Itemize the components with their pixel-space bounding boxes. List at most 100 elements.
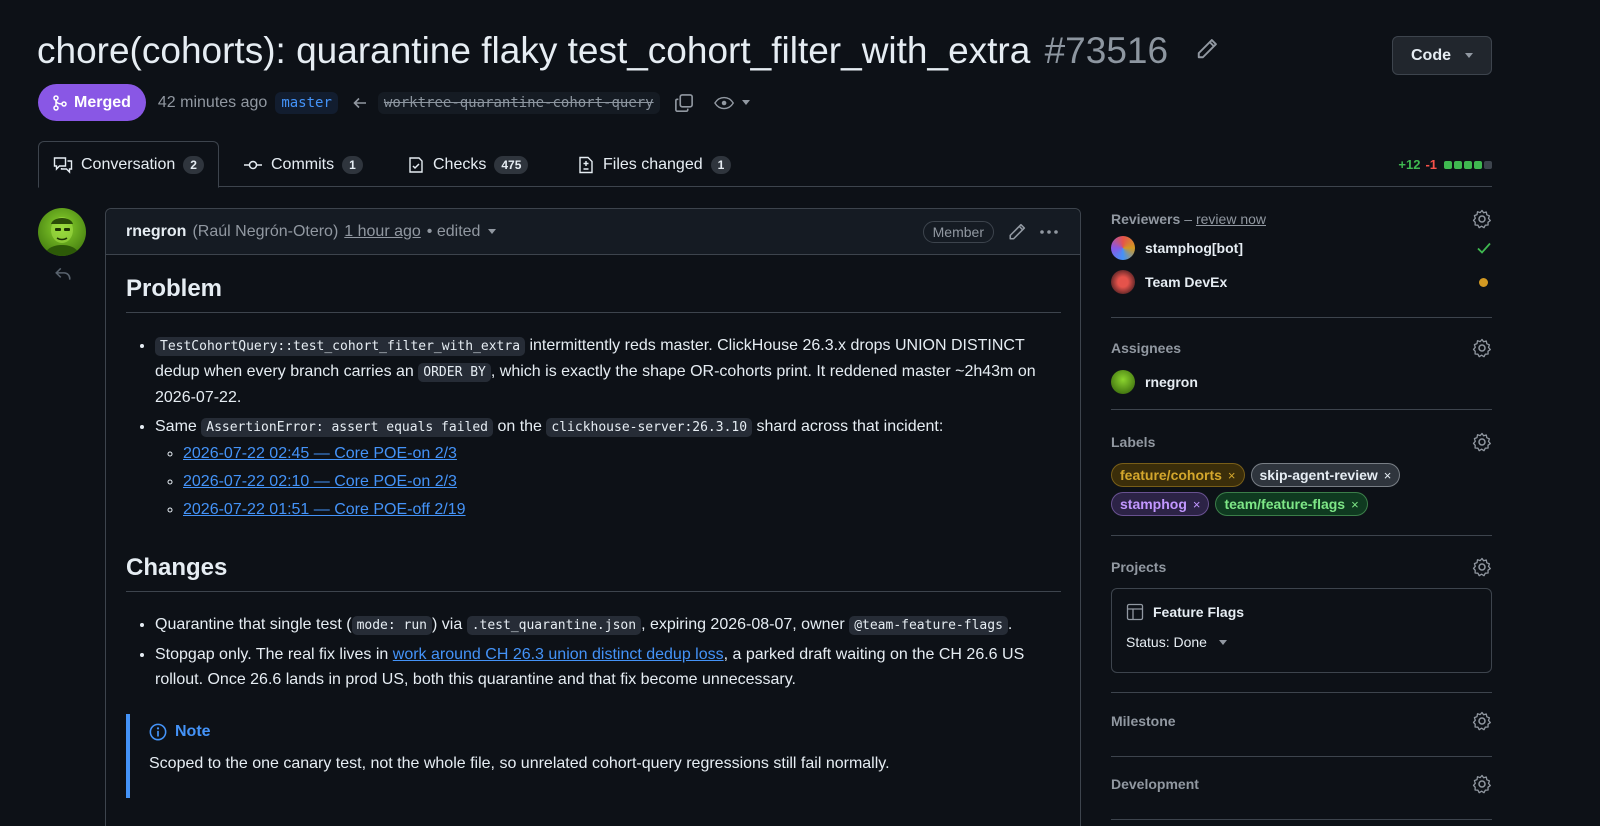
incident-link[interactable]: 2026-07-22 02:10 — Core POE-on 2/3 <box>183 473 457 490</box>
sidebar-milestone: Milestone <box>1111 711 1492 757</box>
list-item: 2026-07-22 02:10 — Core POE-on 2/3 <box>183 469 1061 494</box>
inline-code: TestCohortQuery::test_cohort_filter_with… <box>155 337 526 356</box>
tab-commits-label: Commits <box>271 155 335 173</box>
reviewer-row[interactable]: stamphog[bot] <box>1111 236 1492 260</box>
copy-icon[interactable] <box>674 93 694 113</box>
project-title[interactable]: Feature Flags <box>1126 603 1477 621</box>
list-item: Same AssertionError: assert equals faile… <box>155 414 1061 522</box>
pr-number: #73516 <box>1044 30 1169 71</box>
head-branch[interactable]: worktree-quarantine-cohort-query <box>377 91 660 114</box>
pr-title: chore(cohorts): quarantine flaky test_co… <box>37 28 1168 74</box>
commit-icon <box>244 160 262 169</box>
reviewers-heading[interactable]: Reviewers – review now <box>1111 207 1492 231</box>
gear-icon[interactable] <box>1472 338 1492 358</box>
diffstat: +12 -1 <box>1398 157 1492 172</box>
pending-dot-icon <box>1479 277 1488 287</box>
tab-conversation-count: 2 <box>183 155 204 174</box>
table-icon <box>1126 603 1144 621</box>
comment-author[interactable]: rnegron <box>126 223 186 241</box>
labels-title: Labels <box>1111 434 1156 450</box>
review-now-link[interactable]: review now <box>1196 211 1266 227</box>
gear-icon[interactable] <box>1472 557 1492 577</box>
project-name: Feature Flags <box>1153 604 1245 620</box>
gear-icon[interactable] <box>1472 711 1492 731</box>
eye-icon[interactable] <box>713 92 736 114</box>
diffstat-blocks <box>1444 160 1492 169</box>
incident-link[interactable]: 2026-07-22 01:51 — Core POE-off 2/19 <box>183 501 466 518</box>
edit-title-icon[interactable] <box>1196 38 1218 60</box>
tab-conversation-label: Conversation <box>81 155 176 173</box>
label-skip-agent-review[interactable]: skip-agent-review × <box>1250 463 1401 487</box>
label-team-feature-flags[interactable]: team/feature-flags × <box>1215 492 1368 516</box>
label-feature-cohorts[interactable]: feature/cohorts × <box>1111 463 1245 487</box>
inline-code: clickhouse-server:26.3.10 <box>546 418 753 437</box>
list-item: 2026-07-22 01:51 — Core POE-off 2/19 <box>183 497 1061 522</box>
list-text: Stopgap only. The real fix lives in <box>155 646 393 663</box>
chevron-down-icon[interactable] <box>488 229 497 234</box>
incident-link[interactable]: 2026-07-22 02:45 — Core POE-on 2/3 <box>183 445 457 462</box>
development-title: Development <box>1111 776 1199 792</box>
sidebar-labels: Labels feature/cohorts × skip-agent-revie… <box>1111 432 1492 536</box>
reply-icon[interactable] <box>54 265 72 283</box>
pr-tabs: Conversation 2 Commits 1 Checks 475 File… <box>38 141 1492 188</box>
reviewers-dash: – <box>1184 211 1193 227</box>
development-heading[interactable]: Development <box>1111 774 1492 794</box>
labels-heading[interactable]: Labels <box>1111 432 1492 452</box>
tab-checks[interactable]: Checks 475 <box>407 141 529 188</box>
note-title-label: Note <box>175 723 211 740</box>
inline-code: AssertionError: assert equals failed <box>201 418 494 437</box>
close-icon[interactable]: × <box>1193 497 1201 512</box>
note-text: Scoped to the one canary test, not the w… <box>149 755 890 772</box>
assignees-heading[interactable]: Assignees <box>1111 338 1492 358</box>
list-text: shard across that incident: <box>752 418 944 435</box>
merge-icon <box>53 94 67 111</box>
comment-edited[interactable]: • edited <box>427 223 481 241</box>
kebab-menu-icon[interactable] <box>1038 222 1060 242</box>
review-now-wrap: – review now <box>1184 211 1266 227</box>
close-icon[interactable]: × <box>1351 497 1359 512</box>
gear-icon[interactable] <box>1472 209 1492 229</box>
tab-files-changed[interactable]: Files changed 1 <box>577 141 732 188</box>
milestone-heading[interactable]: Milestone <box>1111 711 1492 731</box>
label-text: stamphog <box>1120 496 1187 512</box>
gear-icon[interactable] <box>1472 432 1492 452</box>
reviewer-row[interactable]: Team DevEx <box>1111 270 1492 294</box>
merged-time: 42 minutes ago <box>157 93 268 111</box>
inline-code: .test_quarantine.json <box>466 616 642 635</box>
author-avatar[interactable] <box>38 208 86 256</box>
assignees-title: Assignees <box>1111 340 1182 356</box>
checks-icon <box>409 156 423 173</box>
note-callout: Note Scoped to the one canary test, not … <box>126 714 1061 798</box>
tab-conversation[interactable]: Conversation 2 <box>38 141 219 188</box>
problem-list: TestCohortQuery::test_cohort_filter_with… <box>126 333 1061 522</box>
list-text: Quarantine that single test ( <box>155 616 352 633</box>
project-card: Feature Flags Status: Done <box>1111 588 1492 673</box>
projects-title: Projects <box>1111 559 1167 575</box>
fix-pr-link[interactable]: work around CH 26.3 union distinct dedup… <box>393 646 724 663</box>
comment-time[interactable]: 1 hour ago <box>344 223 421 241</box>
member-badge: Member <box>922 221 994 243</box>
info-icon <box>149 723 167 741</box>
comment-author-fullname: (Raúl Negrón-Otero) <box>192 222 339 240</box>
label-text: feature/cohorts <box>1120 467 1222 483</box>
chevron-down-icon[interactable] <box>741 100 750 105</box>
code-button[interactable]: Code <box>1392 36 1492 75</box>
close-icon[interactable]: × <box>1384 468 1392 483</box>
close-icon[interactable]: × <box>1228 468 1236 483</box>
merged-state-badge: Merged <box>38 84 146 121</box>
diffstat-additions: +12 <box>1398 157 1421 172</box>
assignee-row[interactable]: rnegron <box>1111 370 1492 394</box>
edit-comment-icon[interactable] <box>1008 223 1026 241</box>
list-text: on the <box>493 418 547 435</box>
labels-list: feature/cohorts × skip-agent-review × stam… <box>1111 463 1431 516</box>
gear-icon[interactable] <box>1472 774 1492 794</box>
avatar-face-icon <box>44 217 80 256</box>
base-branch[interactable]: master <box>275 91 338 114</box>
project-status-select[interactable]: Status: Done <box>1126 634 1477 650</box>
tab-commits[interactable]: Commits 1 <box>243 141 363 188</box>
inline-code: @team-feature-flags <box>849 616 1008 635</box>
reviewers-title: Reviewers <box>1111 211 1181 227</box>
projects-heading[interactable]: Projects <box>1111 557 1492 577</box>
label-stamphog[interactable]: stamphog × <box>1111 492 1210 516</box>
reviewer-avatar <box>1111 236 1135 260</box>
